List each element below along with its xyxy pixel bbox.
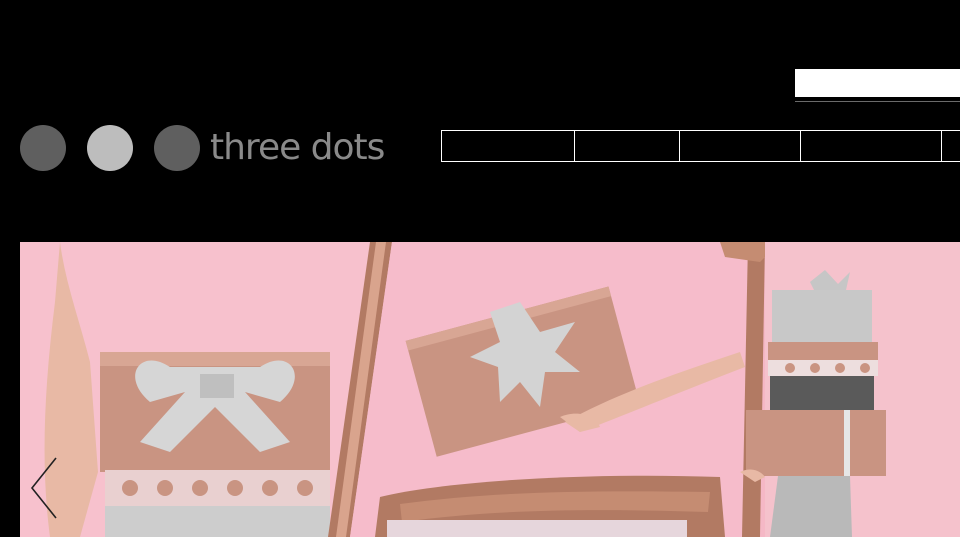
search-underline bbox=[795, 101, 960, 102]
page: three dots bbox=[0, 0, 960, 537]
nav-item-3[interactable] bbox=[679, 130, 801, 162]
logo-dot-dark bbox=[20, 125, 66, 171]
search-input[interactable] bbox=[795, 69, 960, 97]
logo-dot-light bbox=[87, 125, 133, 171]
chevron-left-icon bbox=[30, 457, 57, 519]
slideshow-prev-button[interactable] bbox=[28, 456, 64, 520]
hero-slideshow[interactable] bbox=[20, 242, 960, 537]
main-nav bbox=[441, 130, 960, 162]
logo-text: three dots bbox=[210, 127, 385, 168]
logo-dot-dark bbox=[154, 125, 200, 171]
nav-item-4[interactable] bbox=[800, 130, 942, 162]
nav-item-5[interactable] bbox=[941, 130, 960, 162]
hero-image bbox=[20, 242, 960, 537]
nav-item-2[interactable] bbox=[574, 130, 680, 162]
nav-item-1[interactable] bbox=[441, 130, 575, 162]
site-logo[interactable]: three dots bbox=[20, 124, 385, 172]
